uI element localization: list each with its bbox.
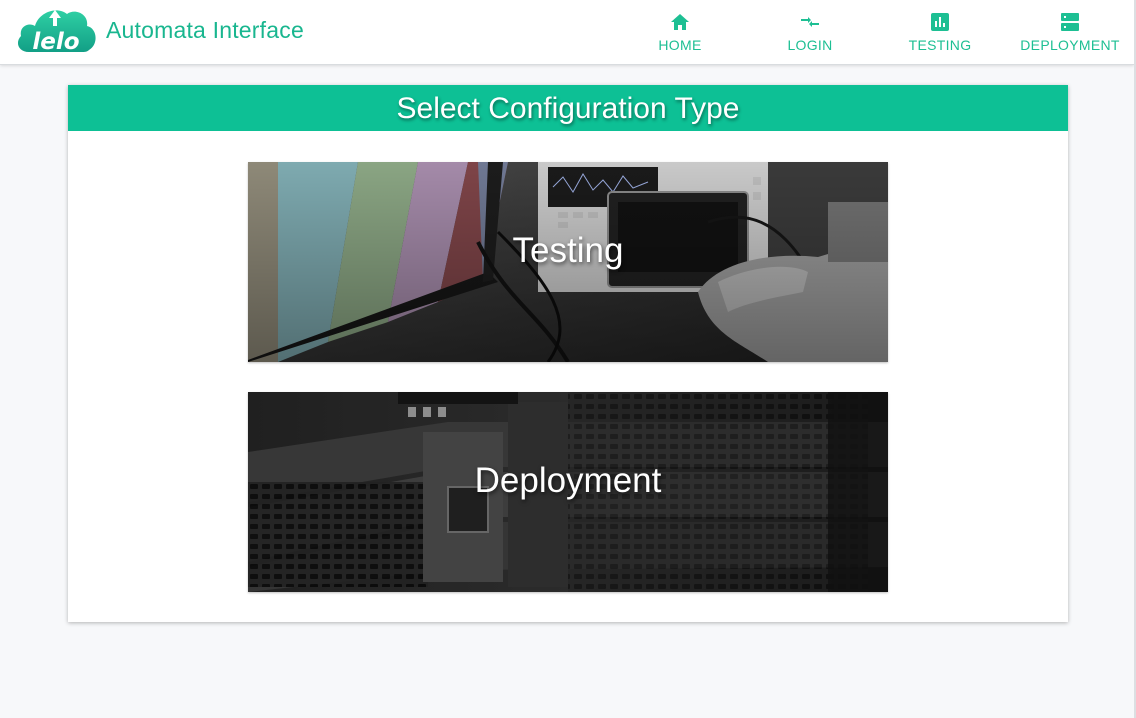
nav-testing-label: TESTING bbox=[908, 37, 972, 53]
bar-chart-icon bbox=[931, 13, 949, 31]
nav-testing[interactable]: TESTING bbox=[875, 12, 1005, 60]
nav-login[interactable]: LOGIN bbox=[745, 12, 875, 60]
login-arrows-icon bbox=[801, 17, 819, 27]
nav-home[interactable]: HOME bbox=[615, 12, 745, 60]
nav-deployment[interactable]: DEPLOYMENT bbox=[1005, 12, 1135, 60]
nav-deployment-label: DEPLOYMENT bbox=[1020, 37, 1120, 53]
home-icon bbox=[671, 14, 689, 30]
deployment-option-label: Deployment bbox=[474, 461, 662, 500]
page-title: Select Configuration Type bbox=[68, 85, 1068, 131]
top-navbar: lelo Automata Interface HOME LOGIN TESTI… bbox=[0, 0, 1134, 65]
app-title: Automata Interface bbox=[106, 17, 304, 43]
nav-home-label: HOME bbox=[658, 37, 702, 53]
logo-text: lelo bbox=[32, 29, 79, 55]
deployment-option-tile[interactable]: Deployment bbox=[248, 392, 888, 592]
nav-login-label: LOGIN bbox=[787, 37, 833, 53]
server-icon bbox=[1061, 13, 1079, 31]
lelo-logo[interactable]: lelo bbox=[15, 4, 97, 56]
configuration-card: Select Configuration Type Testing Deploy… bbox=[68, 85, 1068, 622]
testing-option-tile[interactable]: Testing bbox=[248, 162, 888, 362]
testing-option-label: Testing bbox=[512, 231, 624, 270]
